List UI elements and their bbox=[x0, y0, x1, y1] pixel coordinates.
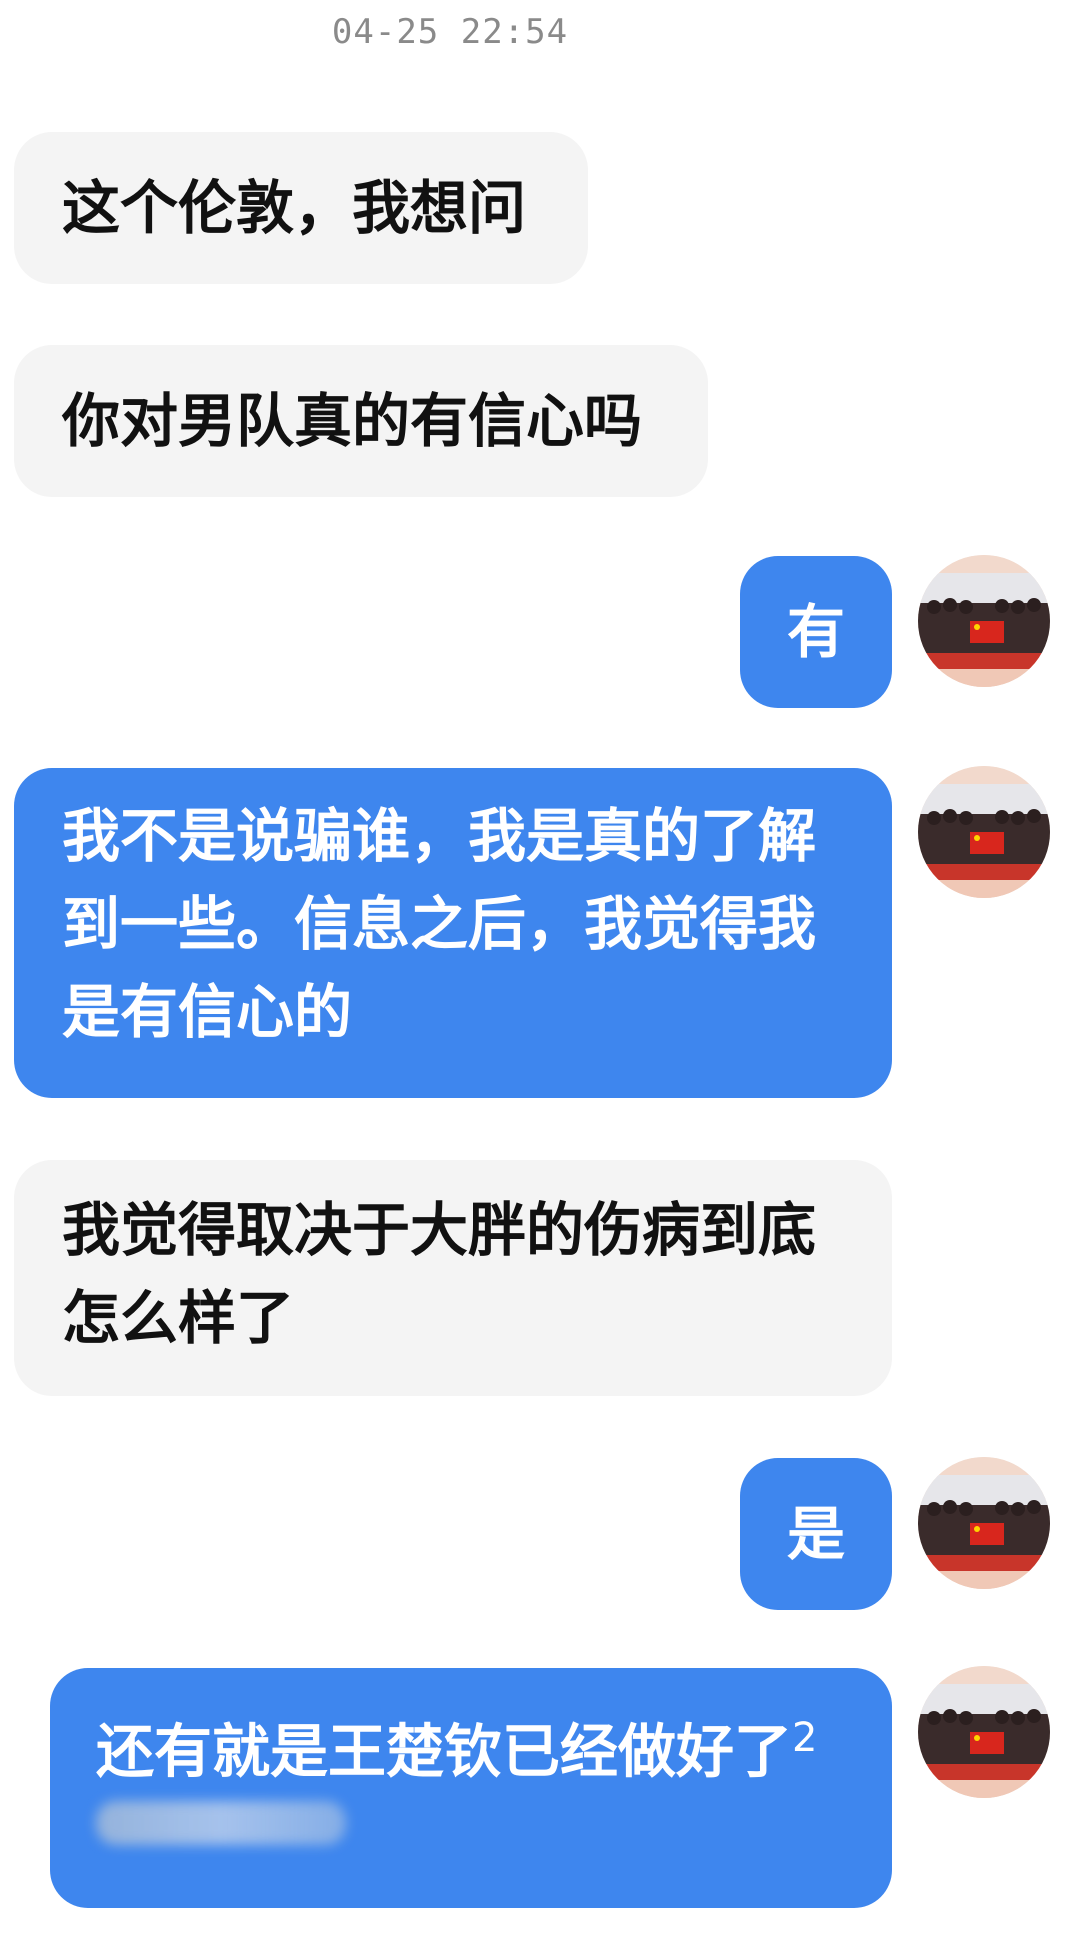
message-text: 你对男队真的有信心吗 bbox=[62, 387, 643, 455]
message-text: 我不是说骗谁，我是真的了解到一些。信息之后，我觉得我是有信心的 bbox=[62, 802, 817, 1046]
avatar[interactable] bbox=[918, 555, 1050, 687]
team-photo-avatar-icon bbox=[918, 1457, 1050, 1589]
avatar[interactable] bbox=[918, 766, 1050, 898]
sent-message-bubble[interactable]: 是 bbox=[740, 1458, 892, 1610]
sent-message-bubble[interactable]: 我不是说骗谁，我是真的了解到一些。信息之后，我觉得我是有信心的 bbox=[14, 768, 892, 1098]
team-photo-avatar-icon bbox=[918, 766, 1050, 898]
received-message-bubble[interactable]: 你对男队真的有信心吗 bbox=[14, 345, 708, 497]
received-message-bubble[interactable]: 这个伦敦，我想问 bbox=[14, 132, 588, 284]
avatar[interactable] bbox=[918, 1457, 1050, 1589]
message-text: 我觉得取决于大胖的伤病到底怎么样了 bbox=[62, 1196, 817, 1352]
message-text: 这个伦敦，我想问 bbox=[62, 174, 527, 242]
message-text: 有 bbox=[786, 598, 845, 666]
blurred-text bbox=[96, 1801, 346, 1846]
avatar[interactable] bbox=[918, 1666, 1050, 1798]
team-photo-avatar-icon bbox=[918, 1666, 1050, 1798]
sent-message-bubble[interactable]: 还有就是王楚钦已经做好了2 bbox=[50, 1668, 892, 1908]
team-photo-avatar-icon bbox=[918, 555, 1050, 687]
message-text-suffix: 2 bbox=[792, 1715, 818, 1761]
message-text: 是 bbox=[786, 1500, 845, 1568]
message-timestamp: 04-25 22:54 bbox=[331, 12, 569, 52]
message-text: 还有就是王楚钦已经做好了 bbox=[96, 1717, 793, 1786]
sent-message-bubble[interactable]: 有 bbox=[740, 556, 892, 708]
received-message-bubble[interactable]: 我觉得取决于大胖的伤病到底怎么样了 bbox=[14, 1160, 892, 1396]
